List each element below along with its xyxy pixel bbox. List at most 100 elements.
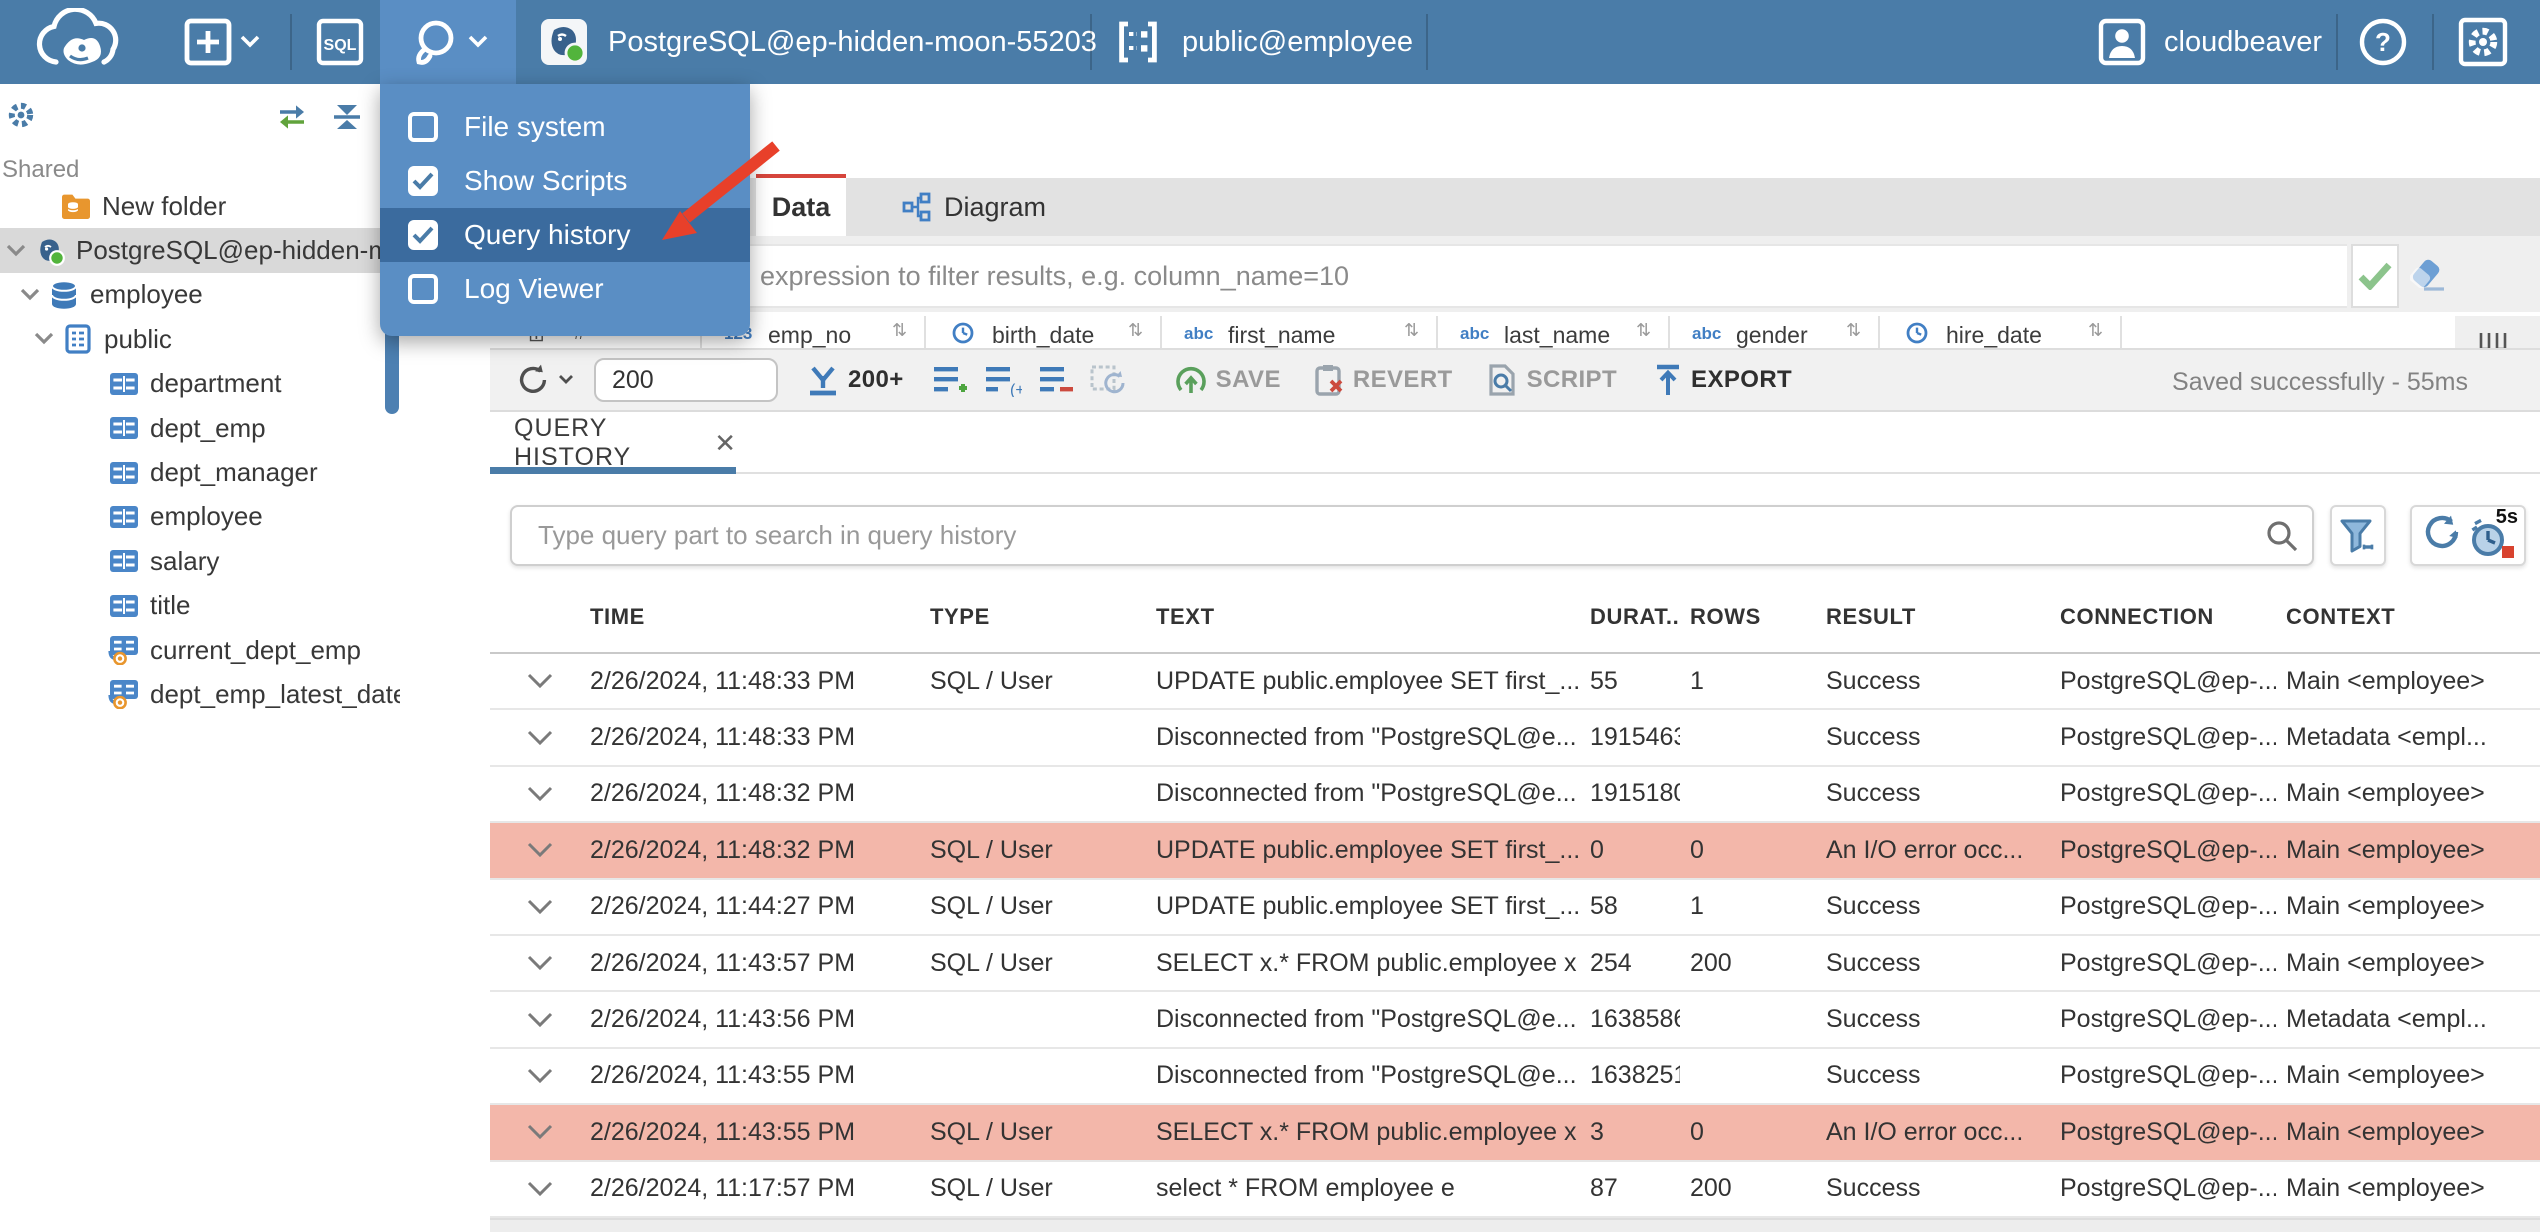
row-expander-icon[interactable] bbox=[490, 730, 580, 746]
tab-data[interactable]: Data bbox=[756, 178, 846, 236]
cell-context: Main <employee> bbox=[2286, 666, 2485, 695]
grid-column-birth_date[interactable]: birth_date bbox=[992, 322, 1094, 348]
collapse-all-icon[interactable] bbox=[332, 102, 362, 139]
row-expander-icon[interactable] bbox=[490, 1181, 580, 1197]
menu-item-show-scripts[interactable]: Show Scripts bbox=[380, 154, 750, 208]
menu-item-log-viewer[interactable]: Log Viewer bbox=[380, 262, 750, 316]
revert-button[interactable]: REVERT bbox=[1313, 363, 1453, 397]
help-button[interactable]: ? bbox=[2358, 0, 2408, 84]
tree-item-current-dept-emp[interactable]: current_dept_emp bbox=[0, 628, 400, 672]
script-button[interactable]: SCRIPT bbox=[1485, 363, 1617, 397]
query-history-search-input[interactable] bbox=[510, 505, 2314, 566]
sync-connections-icon[interactable] bbox=[278, 102, 306, 139]
tree-item-employee[interactable]: employee bbox=[0, 273, 400, 317]
settings-button[interactable] bbox=[2458, 0, 2508, 84]
tree-item-employee[interactable]: employee bbox=[0, 495, 400, 539]
grid-column-first_name[interactable]: first_name bbox=[1228, 322, 1335, 348]
row-expander-icon[interactable] bbox=[490, 842, 580, 858]
export-button[interactable]: EXPORT bbox=[1653, 363, 1792, 397]
query-history-row[interactable]: 2/26/2024, 11:48:32 PM SQL / User UPDATE… bbox=[490, 823, 2540, 880]
sidebar-settings-gear-icon[interactable] bbox=[6, 100, 36, 138]
tree-item-label: department bbox=[150, 368, 282, 399]
query-history-row[interactable]: 2/26/2024, 11:43:56 PM Disconnected from… bbox=[490, 992, 2540, 1049]
row-expander-icon[interactable] bbox=[490, 1068, 580, 1084]
tree-item-label: PostgreSQL@ep-hidden-moon-55203 bbox=[76, 235, 400, 266]
query-history-row[interactable]: 2/26/2024, 11:17:57 PM SQL / User select… bbox=[490, 1161, 2540, 1218]
cell-type: SQL / User bbox=[930, 666, 1053, 695]
grid-column-gender[interactable]: gender bbox=[1736, 322, 1808, 348]
object-view-tabs: Data Diagram bbox=[490, 174, 2540, 236]
query-history-row[interactable]: 2/26/2024, 11:43:57 PM SQL / User SELECT… bbox=[490, 935, 2540, 993]
grid-column-hire_date[interactable]: hire_date bbox=[1946, 322, 2042, 348]
row-expander-icon[interactable] bbox=[490, 1012, 580, 1028]
new-connection-button[interactable] bbox=[184, 0, 260, 84]
tree-item-dept-emp-latest-date[interactable]: dept_emp_latest_date bbox=[0, 672, 400, 716]
tab-query-history[interactable]: QUERY HISTORY ✕ bbox=[490, 412, 736, 474]
query-history-row[interactable]: 2/26/2024, 11:43:55 PM SQL / User SELECT… bbox=[490, 1105, 2540, 1162]
tree-item-dept-manager[interactable]: dept_manager bbox=[0, 450, 400, 494]
duplicate-row-button[interactable]: (+) bbox=[984, 363, 1022, 397]
tree-item-title[interactable]: title bbox=[0, 584, 400, 628]
history-filter-button[interactable] bbox=[2330, 505, 2386, 566]
tab-diagram[interactable]: Diagram bbox=[902, 178, 1046, 236]
history-refresh-button[interactable] bbox=[2422, 512, 2462, 560]
delete-row-button[interactable] bbox=[1038, 363, 1074, 397]
menu-item-file-system[interactable]: File system bbox=[380, 100, 750, 154]
cell-text: UPDATE public.employee SET first_... bbox=[1156, 892, 1580, 921]
tree-item-dept-emp[interactable]: dept_emp bbox=[0, 406, 400, 450]
apply-filter-button[interactable] bbox=[2351, 244, 2399, 308]
row-expander-icon[interactable] bbox=[490, 955, 580, 971]
sort-icon[interactable]: ⇅ bbox=[1404, 320, 1419, 341]
chevron-down-icon[interactable] bbox=[18, 288, 42, 302]
sort-icon[interactable]: ⇅ bbox=[2088, 320, 2103, 341]
row-expander-icon[interactable] bbox=[490, 673, 580, 689]
query-history-row[interactable]: 2/26/2024, 11:48:32 PM Disconnected from… bbox=[490, 766, 2540, 824]
postgresql-icon bbox=[540, 18, 588, 66]
chevron-down-icon[interactable] bbox=[32, 332, 56, 346]
sort-icon[interactable]: ⇅ bbox=[1636, 320, 1651, 341]
tree-item-public[interactable]: public bbox=[0, 317, 400, 361]
query-history-row[interactable]: 2/26/2024, 11:44:27 PM SQL / User UPDATE… bbox=[490, 879, 2540, 936]
sort-icon[interactable]: ⇅ bbox=[1846, 320, 1861, 341]
tree-item-department[interactable]: department bbox=[0, 362, 400, 406]
cloudbeaver-logo-icon[interactable] bbox=[28, 0, 132, 84]
cell-connection: PostgreSQL@ep-... bbox=[2060, 835, 2276, 864]
gear-icon bbox=[2458, 17, 2508, 67]
row-expander-icon[interactable] bbox=[490, 1124, 580, 1140]
tree-item-label: New folder bbox=[102, 190, 227, 221]
sort-icon[interactable]: ⇅ bbox=[892, 320, 907, 341]
auto-refresh-timer-button[interactable]: 5s bbox=[2470, 506, 2518, 560]
duplicate-row-icon: (+) bbox=[985, 367, 1022, 397]
cell-context: Metadata <empl... bbox=[2286, 1005, 2487, 1034]
add-row-button[interactable] bbox=[932, 363, 968, 397]
query-history-table: 2/26/2024, 11:48:33 PM SQL / User UPDATE… bbox=[490, 654, 2540, 1218]
query-history-row[interactable]: 2/26/2024, 11:43:55 PM Disconnected from… bbox=[490, 1048, 2540, 1106]
grid-column-last_name[interactable]: last_name bbox=[1504, 322, 1610, 348]
row-expander-icon[interactable] bbox=[490, 899, 580, 915]
query-history-row[interactable]: 2/26/2024, 11:48:33 PM Disconnected from… bbox=[490, 710, 2540, 767]
tree-item-label: dept_manager bbox=[150, 457, 318, 488]
refresh-button[interactable] bbox=[516, 363, 574, 397]
sort-icon[interactable]: ⇅ bbox=[1128, 320, 1143, 341]
grid-column-emp_no[interactable]: emp_no bbox=[768, 322, 851, 348]
tree-item-new-folder[interactable]: New folder bbox=[0, 184, 400, 228]
clear-filter-icon[interactable] bbox=[2409, 258, 2448, 300]
save-button[interactable]: SAVE bbox=[1174, 363, 1281, 397]
refresh-grid-button[interactable] bbox=[1090, 363, 1126, 397]
sql-editor-button[interactable]: SQL bbox=[316, 0, 364, 84]
tools-menu-trigger[interactable] bbox=[380, 0, 516, 84]
menu-item-query-history[interactable]: Query history bbox=[380, 208, 750, 262]
connection-selector[interactable]: PostgreSQL@ep-hidden-moon-55203 bbox=[540, 0, 1097, 84]
fetch-next-page-button[interactable]: 200+ bbox=[806, 364, 904, 396]
user-menu[interactable]: cloudbeaver bbox=[2098, 0, 2322, 84]
close-icon[interactable]: ✕ bbox=[714, 428, 736, 459]
row-limit-input[interactable] bbox=[594, 358, 778, 402]
chevron-down-icon[interactable] bbox=[4, 244, 28, 258]
filter-expression-input[interactable] bbox=[490, 244, 2347, 308]
schema-selector[interactable]: public@employee bbox=[1116, 0, 1413, 84]
tree-item-salary[interactable]: salary bbox=[0, 539, 400, 583]
tree-item-postgresql-ep-hidden-moon-55203[interactable]: PostgreSQL@ep-hidden-moon-55203 bbox=[0, 228, 400, 273]
cell-text: UPDATE public.employee SET first_... bbox=[1156, 835, 1580, 864]
query-history-row[interactable]: 2/26/2024, 11:48:33 PM SQL / User UPDATE… bbox=[490, 654, 2540, 711]
row-expander-icon[interactable] bbox=[490, 786, 580, 802]
